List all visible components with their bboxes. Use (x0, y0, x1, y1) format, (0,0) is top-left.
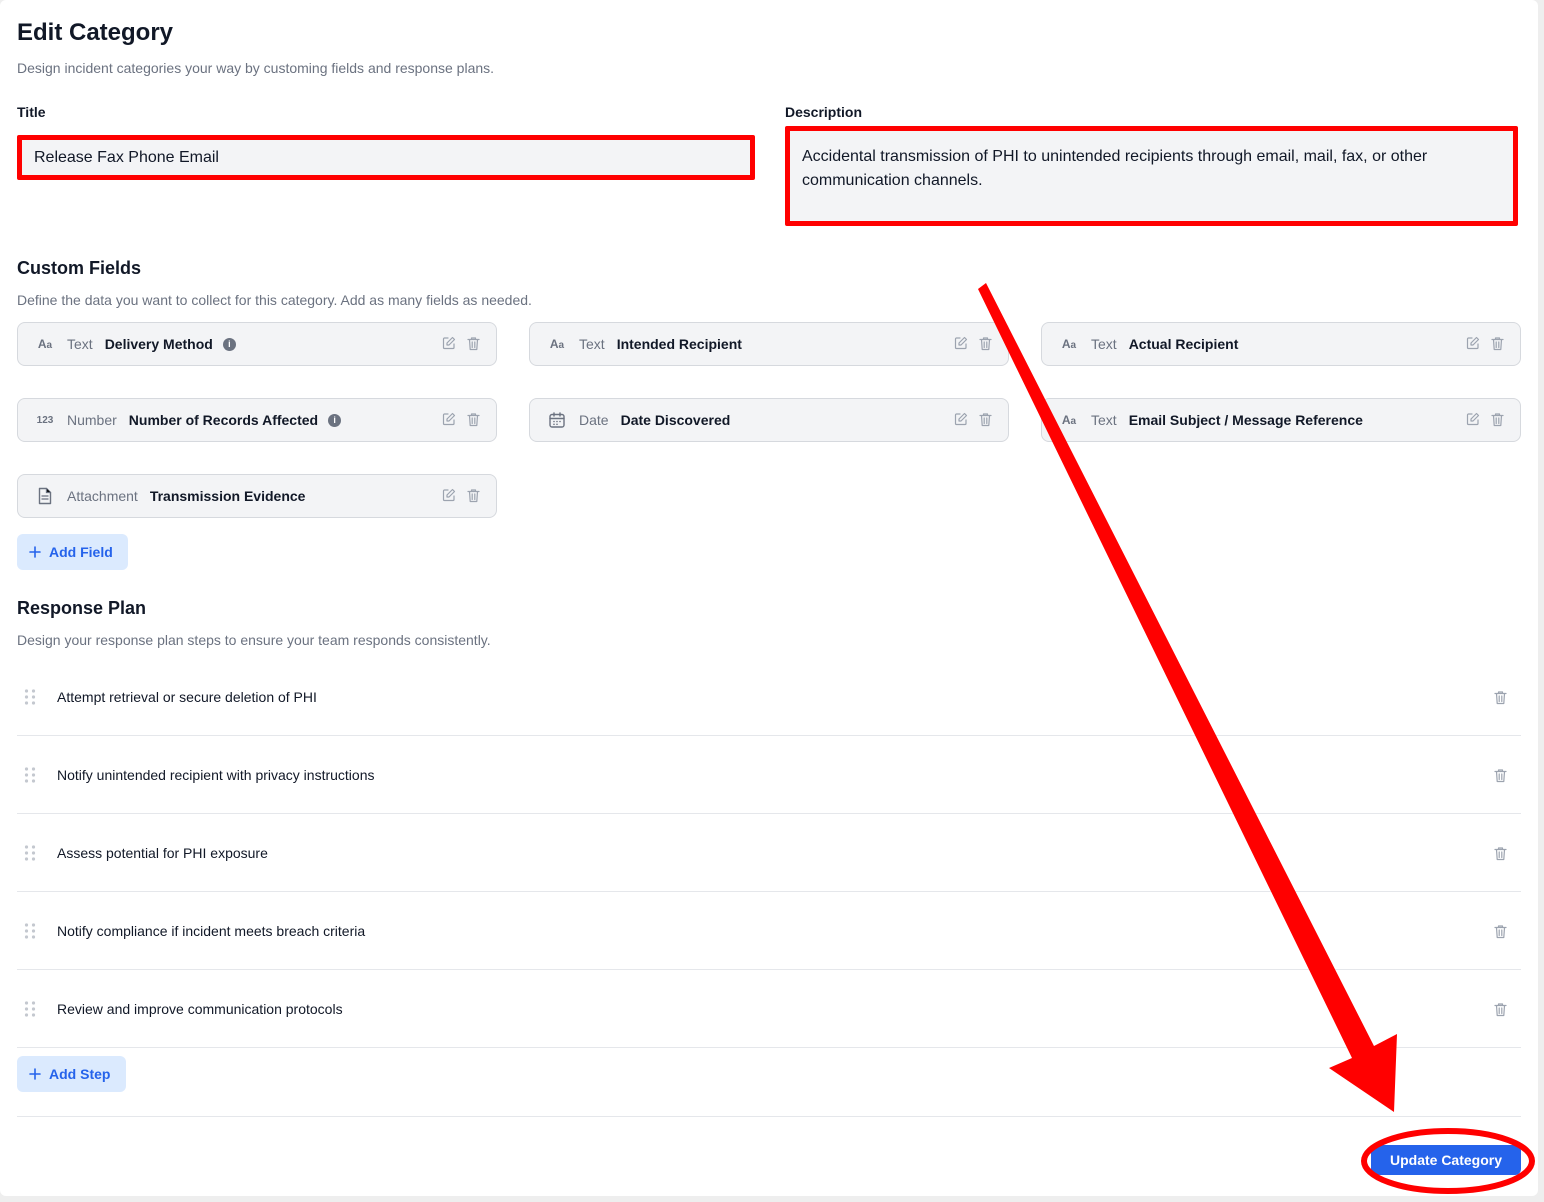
field-type-label: Number (67, 412, 117, 428)
edit-icon[interactable] (442, 335, 456, 351)
info-icon[interactable]: i (222, 337, 236, 351)
field-type-label: Text (67, 336, 93, 352)
text-type-icon: Aa (549, 337, 565, 351)
trash-icon[interactable] (1490, 335, 1504, 351)
edit-icon[interactable] (1466, 335, 1480, 351)
trash-icon[interactable] (1493, 845, 1507, 861)
response-plan-title: Response Plan (17, 598, 147, 618)
add-step-label: Add Step (49, 1066, 111, 1082)
title-label: Title (17, 104, 46, 120)
response-step-row: Attempt retrieval or secure deletion of … (17, 658, 1521, 736)
field-name: Date Discovered (620, 412, 731, 428)
calendar-icon (547, 410, 567, 430)
custom-field-card: Attachment Transmission Evidence (17, 474, 497, 518)
add-field-button[interactable]: Add Field (17, 534, 128, 570)
trash-icon[interactable] (978, 411, 992, 427)
trash-icon[interactable] (1493, 689, 1507, 705)
step-text: Assess potential for PHI exposure (57, 844, 268, 861)
text-type-icon: Aa (37, 337, 53, 351)
edit-icon[interactable] (1466, 411, 1480, 427)
custom-field-card: Date Date Discovered (529, 398, 1009, 442)
edit-icon[interactable] (954, 411, 968, 427)
update-category-button[interactable]: Update Category (1371, 1145, 1521, 1175)
document-icon (35, 486, 55, 506)
step-text: Review and improve communication protoco… (57, 1000, 343, 1017)
custom-fields-title: Custom Fields (17, 258, 142, 278)
trash-icon[interactable] (466, 411, 480, 427)
trash-icon[interactable] (1493, 1001, 1507, 1017)
description-label: Description (785, 104, 863, 120)
step-text: Attempt retrieval or secure deletion of … (57, 688, 317, 705)
response-step-row: Review and improve communication protoco… (17, 970, 1521, 1048)
add-field-label: Add Field (49, 544, 113, 560)
field-name: Transmission Evidence (149, 488, 306, 504)
edit-category-panel: Edit Category Design incident categories… (0, 0, 1538, 1196)
edit-icon[interactable] (442, 487, 456, 503)
field-type-label: Attachment (67, 488, 138, 504)
field-name: Intended Recipient (616, 336, 742, 352)
field-type-label: Date (579, 412, 609, 428)
custom-field-card: Aa Text Actual Recipient (1041, 322, 1521, 366)
title-input[interactable] (17, 135, 755, 180)
field-type-label: Text (1091, 412, 1117, 428)
step-text: Notify unintended recipient with privacy… (57, 766, 375, 783)
drag-handle-icon[interactable] (23, 688, 37, 706)
page-subtitle: Design incident categories your way by c… (17, 60, 495, 76)
custom-field-card: Aa Text Intended Recipient (529, 322, 1009, 366)
custom-field-card: 123 Number Number of Records Affected i (17, 398, 497, 442)
trash-icon[interactable] (1493, 923, 1507, 939)
field-name: Actual Recipient (1128, 336, 1239, 352)
custom-field-card: Aa Text Email Subject / Message Reference (1041, 398, 1521, 442)
custom-fields-subtitle: Define the data you want to collect for … (17, 292, 532, 308)
response-step-row: Notify compliance if incident meets brea… (17, 892, 1521, 970)
plus-icon (29, 1068, 41, 1080)
field-name: Number of Records Affected (128, 412, 319, 428)
drag-handle-icon[interactable] (23, 844, 37, 862)
add-step-button[interactable]: Add Step (17, 1056, 126, 1092)
footer-divider (17, 1116, 1521, 1117)
trash-icon[interactable] (466, 335, 480, 351)
custom-field-card: Aa Text Delivery Method i (17, 322, 497, 366)
edit-icon[interactable] (442, 411, 456, 427)
number-type-icon: 123 (36, 414, 54, 426)
description-textarea[interactable]: Accidental transmission of PHI to uninte… (785, 126, 1518, 226)
text-type-icon: Aa (1061, 337, 1077, 351)
field-type-label: Text (579, 336, 605, 352)
trash-icon[interactable] (1493, 767, 1507, 783)
field-name: Delivery Method (104, 336, 213, 352)
text-type-icon: Aa (1061, 413, 1077, 427)
info-icon[interactable]: i (328, 413, 342, 427)
plus-icon (29, 546, 41, 558)
drag-handle-icon[interactable] (23, 1000, 37, 1018)
response-step-row: Assess potential for PHI exposure (17, 814, 1521, 892)
step-text: Notify compliance if incident meets brea… (57, 922, 366, 939)
trash-icon[interactable] (466, 487, 480, 503)
page-title: Edit Category (17, 19, 174, 46)
trash-icon[interactable] (1490, 411, 1504, 427)
response-step-row: Notify unintended recipient with privacy… (17, 736, 1521, 814)
field-type-label: Text (1091, 336, 1117, 352)
drag-handle-icon[interactable] (23, 922, 37, 940)
edit-icon[interactable] (954, 335, 968, 351)
response-plan-subtitle: Design your response plan steps to ensur… (17, 632, 491, 648)
trash-icon[interactable] (978, 335, 992, 351)
field-name: Email Subject / Message Reference (1128, 412, 1363, 428)
drag-handle-icon[interactable] (23, 766, 37, 784)
